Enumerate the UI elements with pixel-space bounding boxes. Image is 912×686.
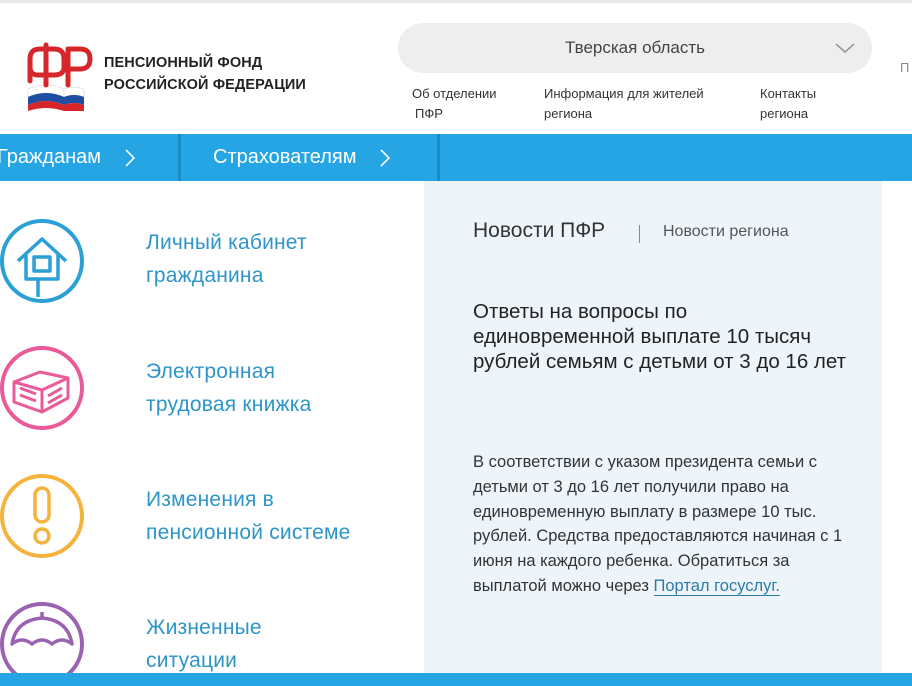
header-links: Об отделении ПФР Информация для жителей … (0, 84, 912, 128)
house-icon (0, 219, 84, 303)
link-contacts[interactable]: Контакты региона (760, 84, 816, 124)
menu-label-line1: Электронная (146, 360, 276, 383)
menu-label: Жизненные ситуации (146, 611, 262, 677)
tab-citizens[interactable]: Гражданам (0, 134, 137, 181)
menu-label: Изменения в пенсионной системе (146, 483, 351, 549)
cut-off-text: П (900, 60, 910, 75)
menu-label-line1: Изменения в (146, 488, 275, 511)
news-headline[interactable]: Ответы на вопросы по единовременной выпл… (473, 299, 853, 374)
menu-label-line1: Личный кабинет (146, 231, 307, 254)
news-tab-separator (639, 225, 640, 243)
link-residents-line1: Информация для жителей (544, 86, 704, 101)
chevron-right-icon (125, 148, 136, 167)
link-about-line2: ПФР (415, 106, 443, 121)
tab-region-news[interactable]: Новости региона (663, 223, 789, 241)
link-contacts-line2: региона (760, 106, 809, 121)
tab-employers-label: Страхователям (213, 146, 357, 168)
region-value: Тверская область (564, 38, 706, 57)
tab-employers[interactable]: Страхователям (213, 134, 392, 181)
bottom-bar (0, 673, 912, 686)
link-about-line1: Об отделении (412, 86, 497, 101)
link-residents-line2: региона (544, 106, 593, 121)
menu-label-line2: пенсионной системе (146, 521, 351, 544)
tab-separator (178, 134, 181, 181)
chevron-right-icon (380, 148, 391, 167)
menu-label-line2: трудовая книжка (146, 393, 312, 416)
menu-label: Электронная трудовая книжка (146, 355, 312, 421)
chevron-down-icon (835, 43, 855, 54)
menu-label: Личный кабинет гражданина (146, 226, 307, 292)
link-contacts-line1: Контакты (760, 86, 817, 101)
menu-item-pension-changes[interactable]: Изменения в пенсионной системе (0, 470, 420, 580)
link-residents-info[interactable]: Информация для жителей региона (544, 84, 704, 124)
gosuslugi-link[interactable]: Портал госуслуг. (653, 576, 780, 596)
tab-separator (437, 134, 440, 181)
tab-citizens-label: Гражданам (0, 146, 102, 168)
main-nav-bar: Гражданам Страхователям (0, 134, 912, 181)
top-divider (0, 0, 912, 3)
exclamation-icon (0, 474, 84, 558)
news-body-text: В соответствии с указом президента семьи… (473, 453, 843, 595)
tab-pfr-news[interactable]: Новости ПФР (473, 219, 605, 243)
book-icon (0, 346, 84, 430)
news-panel: Новости ПФР Новости региона Ответы на во… (424, 181, 882, 673)
menu-item-electronic-workbook[interactable]: Электронная трудовая книжка (0, 342, 420, 452)
menu-label-line2: гражданина (146, 264, 264, 287)
region-select[interactable]: Тверская область (398, 23, 872, 73)
menu-label-line1: Жизненные (146, 616, 262, 639)
news-body: В соответствии с указом президента семьи… (473, 450, 843, 599)
menu-item-personal-account[interactable]: Личный кабинет гражданина (0, 215, 420, 325)
logo-line-1: ПЕНСИОННЫЙ ФОНД (104, 55, 263, 71)
link-about-branch[interactable]: Об отделении ПФР (412, 84, 497, 124)
